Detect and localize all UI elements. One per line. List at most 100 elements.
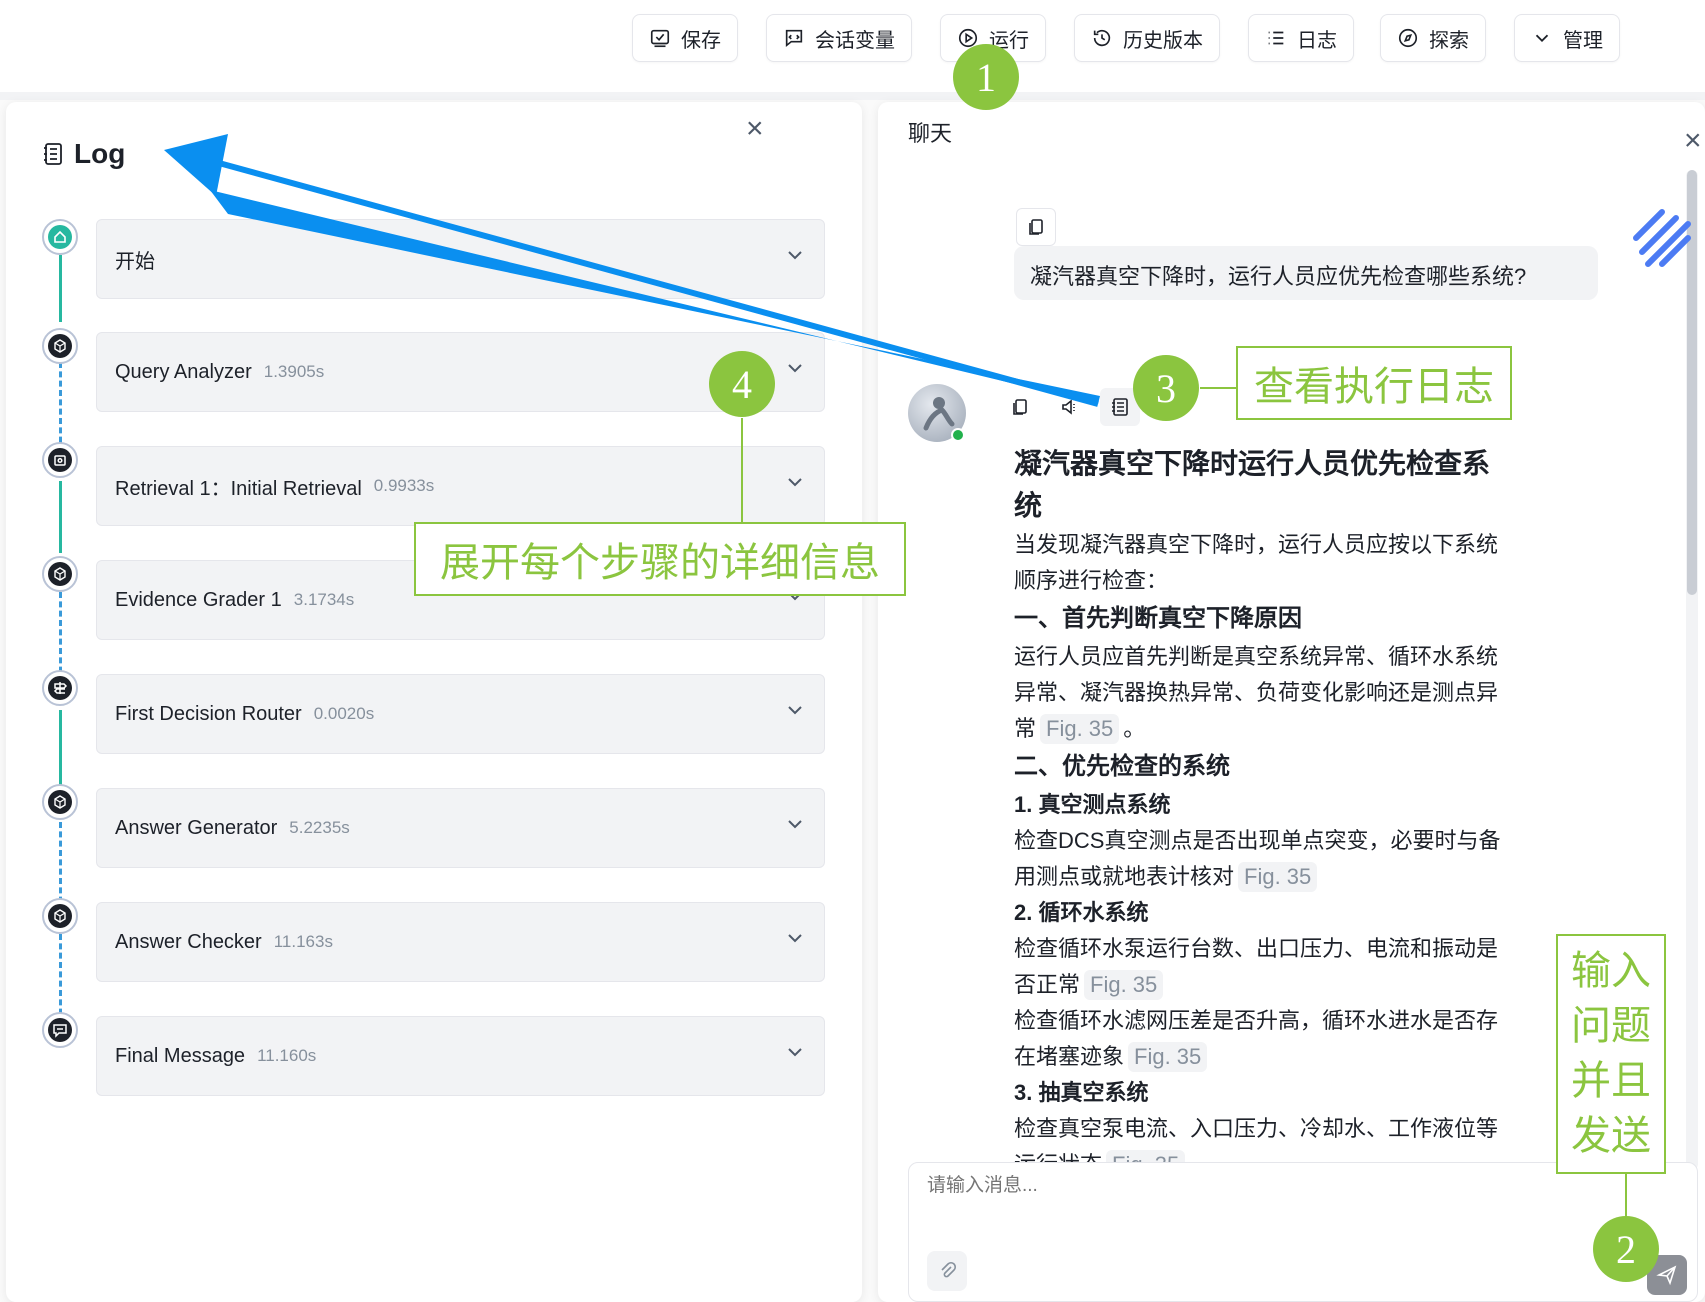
chevron-down-icon[interactable]	[786, 473, 804, 491]
cube-icon	[42, 784, 78, 820]
step-name: Final Message	[115, 1044, 246, 1067]
log-step-decision-router[interactable]: First Decision Router 0.0020s	[96, 674, 825, 754]
answer-item-heading: 2. 循环水系统	[1014, 900, 1149, 925]
answer-paragraph: 检查真空泵电流、入口压力、冷却水、工作液位等运行状态Fig. 35	[1014, 1111, 1504, 1163]
step-time: 3.1734s	[293, 590, 355, 609]
save-button[interactable]: 保存	[632, 14, 738, 62]
figure-reference[interactable]: Fig. 35	[1238, 862, 1318, 892]
top-toolbar: 保存 会话变量 运行 历史版本 日志 探索 管理	[0, 0, 1705, 92]
history-icon	[1093, 29, 1111, 47]
annotation-callout-send: 输入 问题 并且 发送	[1556, 934, 1666, 1174]
manage-button[interactable]: 管理	[1514, 14, 1620, 62]
chat-close-button[interactable]: ×	[1684, 126, 1702, 156]
chevron-down-icon[interactable]	[786, 1043, 804, 1061]
user-message-bubble: 凝汽器真空下降时，运行人员应优先检查哪些系统?	[1014, 246, 1598, 300]
timeline-connector	[59, 592, 62, 682]
explore-button[interactable]: 探索	[1380, 14, 1486, 62]
save-icon	[650, 29, 670, 48]
cube-icon	[42, 328, 78, 364]
answer-paragraph: 检查循环水泵运行台数、出口压力、电流和振动是否正常 Fig. 35	[1014, 931, 1504, 1003]
callout-line: 并且	[1571, 1059, 1651, 1103]
callout-line: 输入	[1571, 949, 1651, 993]
step-name: Retrieval 1：Initial Retrieval	[115, 477, 362, 500]
answer-paragraph: 检查DCS真空测点是否出现单点突变，必要时与备用测点或就地表计核对 Fig. 35	[1014, 823, 1504, 895]
start-node-icon	[42, 219, 78, 255]
step-name: Answer Checker	[115, 930, 262, 953]
annotation-callout-expand-steps: 展开每个步骤的详细信息	[414, 522, 906, 596]
log-document-icon	[1112, 398, 1128, 416]
list-icon	[1268, 31, 1284, 45]
step-name: 开始	[115, 250, 155, 273]
timeline-connector	[59, 481, 62, 553]
assistant-copy-button[interactable]	[1000, 388, 1040, 426]
step-name: First Decision Router	[115, 702, 302, 725]
message-bubble-icon	[42, 1012, 78, 1048]
chat-variable-icon	[785, 29, 803, 48]
log-title-text: Log	[74, 138, 126, 169]
figure-reference[interactable]: Fig. 35	[1128, 1042, 1208, 1072]
chevron-down-icon[interactable]	[786, 246, 804, 264]
message-input-box[interactable]	[908, 1162, 1698, 1302]
user-message-copy-button[interactable]	[1016, 208, 1056, 246]
answer-item-heading: 1. 真空测点系统	[1014, 792, 1171, 817]
message-input[interactable]	[927, 1175, 1527, 1197]
history-label: 历史版本	[1123, 29, 1203, 52]
online-status-dot	[951, 428, 965, 442]
router-signpost-icon	[42, 670, 78, 706]
annotation-callout-view-log: 查看执行日志	[1236, 346, 1512, 420]
copy-icon	[1029, 219, 1043, 235]
step-name: Answer Generator	[115, 816, 278, 839]
compass-icon	[1398, 28, 1418, 48]
session-variables-label: 会话变量	[815, 29, 895, 52]
save-label: 保存	[681, 29, 721, 52]
log-button[interactable]: 日志	[1248, 14, 1354, 62]
step-time: 1.3905s	[263, 362, 325, 381]
log-panel-title: Log	[42, 138, 125, 170]
cube-icon	[42, 898, 78, 934]
cube-icon	[42, 556, 78, 592]
chevron-down-icon[interactable]	[786, 929, 804, 947]
answer-section-heading: 一、首先判断真空下降原因	[1014, 605, 1302, 632]
answer-paragraph: 运行人员应首先判断是真空系统异常、循环水系统异常、凝汽器换热异常、负荷变化影响还…	[1014, 639, 1504, 747]
answer-section-heading: 二、优先检查的系统	[1014, 753, 1230, 780]
callout-line: 问题	[1571, 1004, 1651, 1048]
log-close-button[interactable]: ×	[746, 114, 764, 144]
log-step-answer-generator[interactable]: Answer Generator 5.2235s	[96, 788, 825, 868]
log-step-answer-checker[interactable]: Answer Checker 11.163s	[96, 902, 825, 982]
chat-panel-title: 聊天	[908, 121, 953, 146]
session-variables-button[interactable]: 会话变量	[766, 14, 912, 62]
chevron-down-icon	[1535, 34, 1549, 43]
chevron-down-icon[interactable]	[786, 815, 804, 833]
step-time: 0.9933s	[373, 476, 435, 495]
answer-intro: 当发现凝汽器真空下降时，运行人员应按以下系统顺序进行检查：	[1014, 532, 1499, 593]
log-step-start[interactable]: 开始	[96, 219, 825, 299]
retrieval-icon	[42, 442, 78, 478]
send-icon	[1656, 1265, 1677, 1286]
log-step-retrieval[interactable]: Retrieval 1：Initial Retrieval 0.9933s	[96, 446, 825, 526]
answer-title: 凝汽器真空下降时运行人员优先检查系统	[1014, 448, 1491, 521]
app-logo-icon	[1633, 209, 1691, 267]
chevron-down-icon[interactable]	[786, 359, 804, 377]
attach-button[interactable]	[927, 1251, 967, 1291]
annotation-badge-4: 4	[709, 351, 775, 417]
figure-reference[interactable]: Fig. 35	[1040, 714, 1120, 744]
timeline-connector	[59, 255, 62, 322]
history-button[interactable]: 历史版本	[1074, 14, 1220, 62]
chevron-down-icon[interactable]	[786, 701, 804, 719]
log-step-final-message[interactable]: Final Message 11.160s	[96, 1016, 825, 1096]
timeline-connector	[59, 362, 62, 452]
step-name: Evidence Grader 1	[115, 588, 282, 611]
log-document-icon	[44, 143, 62, 165]
step-time: 0.0020s	[313, 704, 375, 723]
step-time: 11.160s	[257, 1046, 317, 1065]
figure-reference[interactable]: Fig. 35	[1084, 970, 1164, 1000]
log-label: 日志	[1297, 29, 1337, 52]
annotation-badge-3: 3	[1133, 355, 1199, 421]
toolbar-divider	[0, 92, 1705, 100]
app-root: 保存 会话变量 运行 历史版本 日志 探索 管理 Log × 开始 Query …	[0, 0, 1705, 1302]
read-aloud-button[interactable]	[1050, 388, 1090, 426]
step-name: Query Analyzer	[115, 360, 252, 383]
step-time: 5.2235s	[289, 818, 350, 837]
timeline-connector	[59, 934, 62, 1024]
answer-item-heading: 3. 抽真空系统	[1014, 1080, 1149, 1105]
